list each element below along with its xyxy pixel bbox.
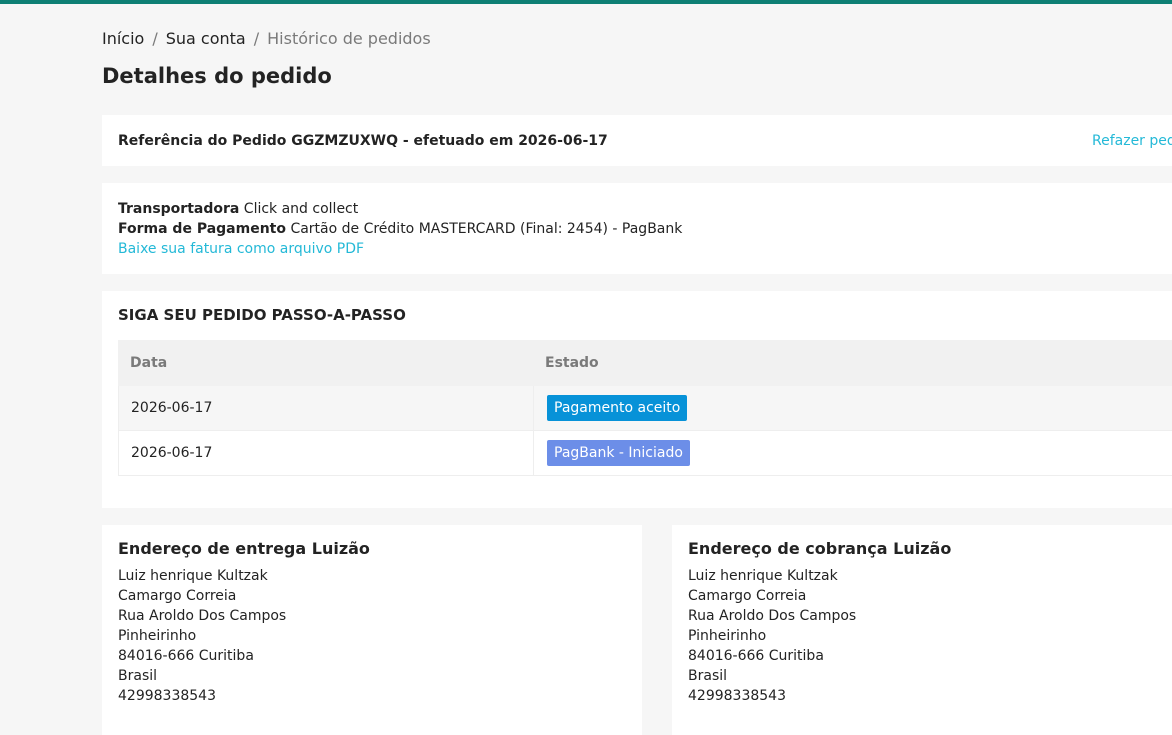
breadcrumb-current: Histórico de pedidos xyxy=(267,29,431,48)
billing-address-title: Endereço de cobrança Luizão xyxy=(688,539,952,558)
address-line: Brasil xyxy=(118,668,158,684)
payment-value: Cartão de Crédito MASTERCARD (Final: 245… xyxy=(290,221,683,237)
status-badge: Pagamento aceito xyxy=(547,395,688,421)
reorder-link[interactable]: Refazer pedido xyxy=(1092,131,1172,151)
breadcrumb-separator: / xyxy=(253,29,260,48)
delivery-address-lines: Luiz henrique Kultzak Camargo Correia Ru… xyxy=(118,566,286,706)
address-line: Pinheirinho xyxy=(118,628,197,644)
table-row: 2026-06-17 PagBank - Iniciado xyxy=(118,431,1172,476)
address-line: Pinheirinho xyxy=(688,628,767,644)
breadcrumb: Início / Sua conta / Histórico de pedidos xyxy=(102,29,431,49)
address-line: 84016-666 Curitiba xyxy=(688,648,824,664)
address-line: 42998338543 xyxy=(688,688,786,704)
tracking-card: SIGA SEU PEDIDO PASSO-A-PASSO Data Estad… xyxy=(102,291,1172,508)
payment-line: Forma de Pagamento Cartão de Crédito MAS… xyxy=(118,219,682,239)
column-header-date: Data xyxy=(130,355,168,371)
address-line: Camargo Correia xyxy=(118,588,237,604)
cell-divider xyxy=(533,431,534,475)
table-row: 2026-06-17 Pagamento aceito xyxy=(118,386,1172,431)
address-line: Brasil xyxy=(688,668,728,684)
carrier-value: Click and collect xyxy=(243,201,359,217)
column-header-state: Estado xyxy=(545,355,599,371)
cell-divider xyxy=(533,386,534,430)
order-info-card: Transportadora Click and collect Forma d… xyxy=(102,183,1172,274)
order-info-lines: Transportadora Click and collect Forma d… xyxy=(118,199,682,259)
order-reference-card: Referência do Pedido GGZMZUXWQ - efetuad… xyxy=(102,115,1172,166)
address-line: 42998338543 xyxy=(118,688,216,704)
order-reference-text: Referência do Pedido GGZMZUXWQ - efetuad… xyxy=(118,133,608,149)
payment-label: Forma de Pagamento xyxy=(118,221,286,237)
delivery-address-title: Endereço de entrega Luizão xyxy=(118,539,370,558)
status-badge: PagBank - Iniciado xyxy=(547,440,690,466)
invoice-pdf-link[interactable]: Baixe sua fatura como arquivo PDF xyxy=(118,241,364,257)
delivery-address-card: Endereço de entrega Luizão Luiz henrique… xyxy=(102,525,642,735)
billing-address-lines: Luiz henrique Kultzak Camargo Correia Ru… xyxy=(688,566,856,706)
page-title: Detalhes do pedido xyxy=(102,64,332,88)
row-date: 2026-06-17 xyxy=(131,400,213,416)
address-line: Rua Aroldo Dos Campos xyxy=(118,608,287,624)
carrier-line: Transportadora Click and collect xyxy=(118,199,682,219)
address-line: 84016-666 Curitiba xyxy=(118,648,254,664)
top-accent-bar xyxy=(0,0,1172,4)
address-line: Luiz henrique Kultzak xyxy=(118,568,268,584)
carrier-label: Transportadora xyxy=(118,201,240,217)
billing-address-card: Endereço de cobrança Luizão Luiz henriqu… xyxy=(672,525,1172,735)
address-line: Luiz henrique Kultzak xyxy=(688,568,838,584)
tracking-table-header: Data Estado xyxy=(118,340,1172,386)
tracking-table: Data Estado 2026-06-17 Pagamento aceito … xyxy=(118,340,1172,476)
row-date: 2026-06-17 xyxy=(131,445,213,461)
breadcrumb-account-link[interactable]: Sua conta xyxy=(166,29,246,48)
tracking-title: SIGA SEU PEDIDO PASSO-A-PASSO xyxy=(118,306,406,324)
address-line: Camargo Correia xyxy=(688,588,807,604)
breadcrumb-home-link[interactable]: Início xyxy=(102,29,144,48)
breadcrumb-separator: / xyxy=(152,29,158,48)
address-line: Rua Aroldo Dos Campos xyxy=(688,608,857,624)
